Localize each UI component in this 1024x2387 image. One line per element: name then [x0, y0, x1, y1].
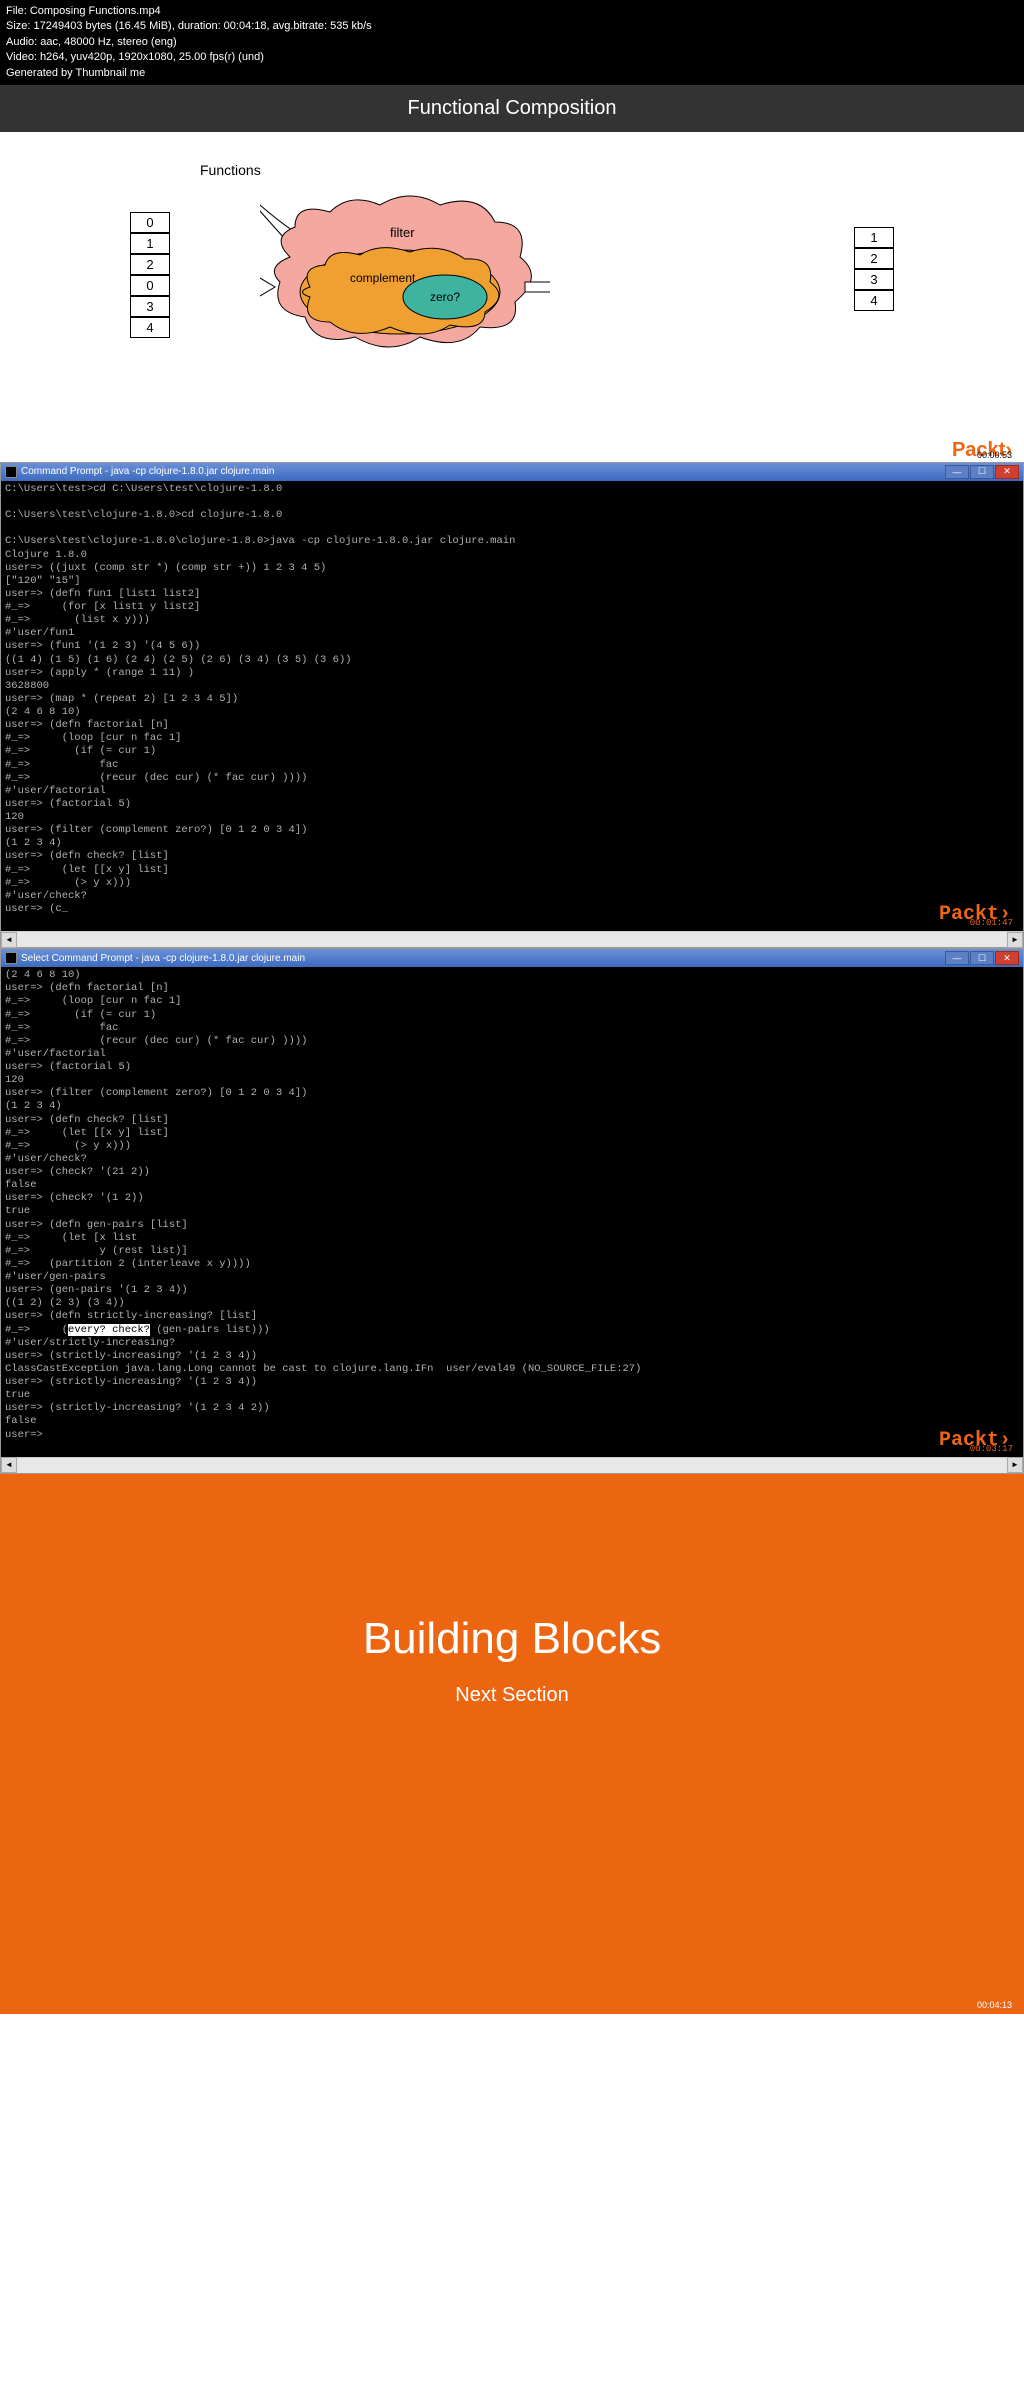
close-button[interactable]: ✕ — [995, 951, 1019, 965]
media-metadata: File: Composing Functions.mp4 Size: 1724… — [0, 0, 1024, 85]
slide-subheading: Next Section — [0, 1684, 1024, 1707]
scroll-right-icon[interactable]: ► — [1007, 932, 1023, 948]
meta-video: Video: h264, yuv420p, 1920x1080, 25.00 f… — [6, 50, 1018, 65]
minimize-button[interactable]: — — [945, 951, 969, 965]
cloud-svg: filter complement zero? — [260, 187, 550, 367]
horizontal-scrollbar[interactable]: ◄ ► — [1, 1457, 1023, 1473]
scroll-left-icon[interactable]: ◄ — [1, 1457, 17, 1473]
slide-heading: Building Blocks — [0, 1614, 1024, 1664]
complement-label: complement — [350, 271, 416, 285]
timestamp: 00:03:17 — [970, 1444, 1013, 1455]
minimize-button[interactable]: — — [945, 465, 969, 479]
input-cell: 4 — [130, 317, 170, 338]
terminal-window-1: Command Prompt - java -cp clojure-1.8.0.… — [0, 462, 1024, 948]
meta-audio: Audio: aac, 48000 Hz, stereo (eng) — [6, 35, 1018, 50]
diagram-panel: Functions 0 1 2 0 3 4 1 2 3 4 filter com… — [0, 132, 1024, 462]
output-cell: 2 — [854, 248, 894, 269]
close-button[interactable]: ✕ — [995, 465, 1019, 479]
slide-title: Functional Composition — [0, 85, 1024, 132]
scroll-right-icon[interactable]: ► — [1007, 1457, 1023, 1473]
timestamp: 00:01:47 — [970, 918, 1013, 929]
next-section-slide: Building Blocks Next Section Packt 00:04… — [0, 1474, 1024, 2014]
input-cell: 1 — [130, 233, 170, 254]
scroll-left-icon[interactable]: ◄ — [1, 932, 17, 948]
timestamp: 00:04:13 — [977, 2000, 1012, 2010]
zero-label: zero? — [430, 290, 460, 304]
input-table: 0 1 2 0 3 4 — [130, 212, 170, 338]
output-cell: 1 — [854, 227, 894, 248]
meta-file: File: Composing Functions.mp4 — [6, 4, 1018, 19]
window-titlebar[interactable]: Select Command Prompt - java -cp clojure… — [1, 949, 1023, 967]
meta-size: Size: 17249403 bytes (16.45 MiB), durati… — [6, 19, 1018, 34]
terminal-output[interactable]: C:\Users\test>cd C:\Users\test\clojure-1… — [1, 481, 1023, 931]
timestamp: 00:00:53 — [977, 450, 1012, 460]
maximize-button[interactable]: ☐ — [970, 951, 994, 965]
output-table: 1 2 3 4 — [854, 227, 894, 311]
meta-generated: Generated by Thumbnail me — [6, 66, 1018, 81]
input-cell: 3 — [130, 296, 170, 317]
output-cell: 4 — [854, 290, 894, 311]
window-title: Command Prompt - java -cp clojure-1.8.0.… — [21, 466, 274, 477]
cmd-icon — [5, 466, 17, 478]
input-cell: 2 — [130, 254, 170, 275]
horizontal-scrollbar[interactable]: ◄ ► — [1, 931, 1023, 947]
terminal-window-2: Select Command Prompt - java -cp clojure… — [0, 948, 1024, 1474]
window-titlebar[interactable]: Command Prompt - java -cp clojure-1.8.0.… — [1, 463, 1023, 481]
packt-logo: Packt — [952, 1973, 1012, 1996]
maximize-button[interactable]: ☐ — [970, 465, 994, 479]
terminal-output[interactable]: (2 4 6 8 10) user=> (defn factorial [n] … — [1, 967, 1023, 1457]
window-title: Select Command Prompt - java -cp clojure… — [21, 953, 305, 964]
selected-text: every? check? — [68, 1324, 150, 1336]
functions-label: Functions — [200, 162, 261, 178]
cloud-diagram: filter complement zero? — [260, 187, 550, 372]
input-cell: 0 — [130, 275, 170, 296]
cmd-icon — [5, 952, 17, 964]
input-cell: 0 — [130, 212, 170, 233]
output-cell: 3 — [854, 269, 894, 290]
filter-label: filter — [390, 225, 415, 240]
